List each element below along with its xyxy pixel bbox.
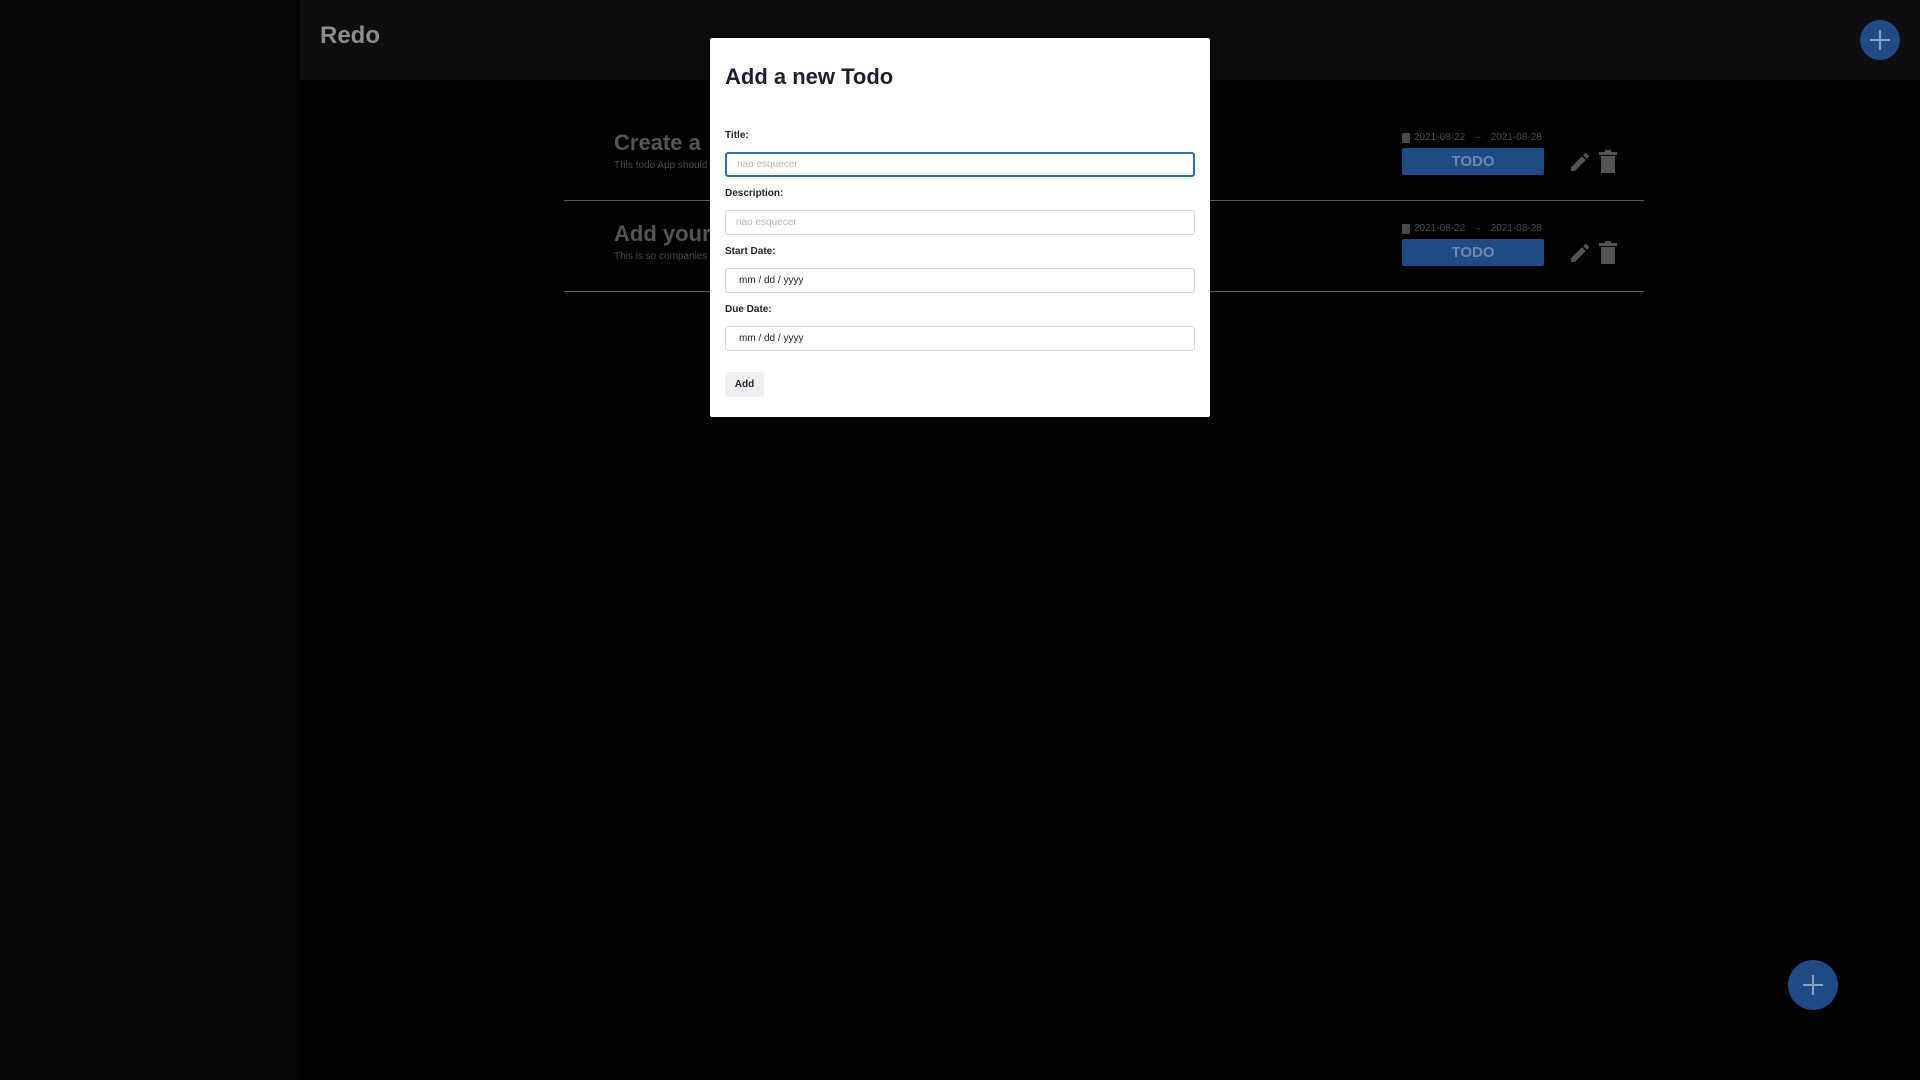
title-input[interactable]	[725, 152, 1195, 177]
description-input[interactable]	[725, 210, 1195, 235]
modal-title: Add a new Todo	[725, 64, 894, 89]
modal-overlay[interactable]: Add a new Todo Title: Description: Start…	[0, 0, 1920, 1080]
add-todo-modal: Add a new Todo Title: Description: Start…	[710, 38, 1210, 417]
title-label: Title:	[725, 130, 749, 141]
description-label: Description:	[725, 188, 784, 199]
start-date-label: Start Date:	[725, 246, 776, 257]
add-button[interactable]: Add	[725, 372, 764, 397]
due-date-label: Due Date:	[725, 304, 772, 315]
start-date-input[interactable]: mm / dd / yyyy	[725, 268, 1195, 293]
due-date-placeholder: mm / dd / yyyy	[739, 333, 804, 344]
due-date-input[interactable]: mm / dd / yyyy	[725, 326, 1195, 351]
start-date-placeholder: mm / dd / yyyy	[739, 275, 804, 286]
